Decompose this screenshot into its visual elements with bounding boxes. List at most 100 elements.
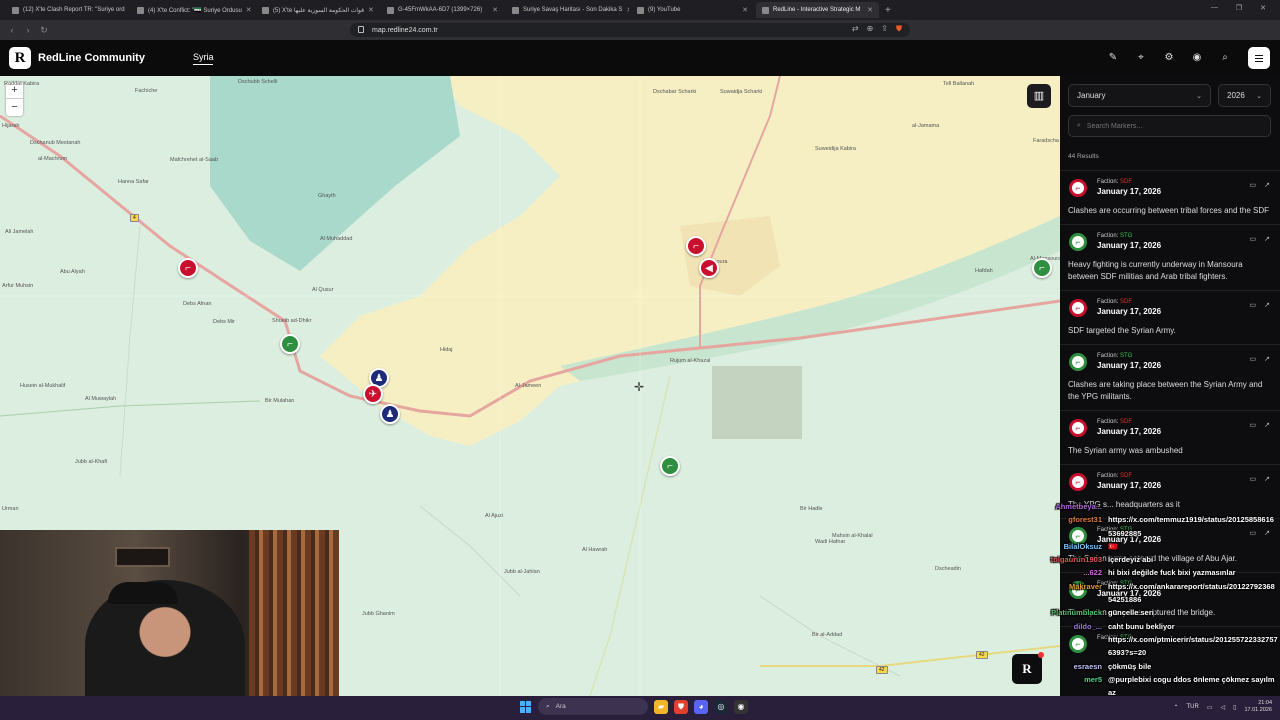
- external-link-icon[interactable]: ↗: [1264, 475, 1270, 483]
- marker-description: The Syrian army was ambushed: [1068, 446, 1183, 455]
- map-place-label: Bir Hadle: [800, 506, 823, 512]
- browser-tab[interactable]: Suriye Savaş Haritası - Son Dakika S✕: [506, 2, 629, 18]
- rifle-icon: ⌐: [1069, 419, 1087, 437]
- obs-icon[interactable]: ◉: [734, 699, 748, 714]
- video-icon[interactable]: ▭: [1250, 301, 1257, 309]
- chat-text: İçerdeyiz abi: [1108, 555, 1154, 565]
- close-tab-icon[interactable]: ✕: [867, 6, 873, 14]
- translate-icon[interactable]: ⇄: [852, 24, 859, 34]
- chat-username: dildo_...: [1073, 621, 1102, 631]
- soldier-icon-marker[interactable]: ♟: [380, 404, 400, 424]
- battery-icon[interactable]: ▯: [1233, 704, 1236, 711]
- network-icon[interactable]: ▭: [1207, 704, 1213, 711]
- video-icon[interactable]: ▭: [1250, 475, 1257, 483]
- map-layers-button[interactable]: ▥: [1027, 84, 1051, 108]
- marker-list-item[interactable]: ⌐ Faction: SDF January 17, 2026 ▭ ↗ The Syria…: [1060, 410, 1280, 464]
- nav-tab-syria[interactable]: Syria: [192, 52, 214, 65]
- browser-tab[interactable]: (5) X'te قوات الحكومة السورية عليها ✕: [256, 2, 379, 18]
- browser-tab[interactable]: (12) X'te Clash Report TR: "Suriye ord✕: [6, 2, 129, 18]
- external-link-icon[interactable]: ↗: [1264, 181, 1270, 189]
- rifle-icon-marker[interactable]: ⌐: [686, 236, 706, 256]
- video-icon[interactable]: ▭: [1250, 235, 1257, 243]
- marker-list-item[interactable]: ⌐ Faction: STG January 17, 2026 ▭ ↗ Clashes a…: [1060, 344, 1280, 410]
- external-link-icon[interactable]: ↗: [1264, 421, 1270, 429]
- settings-gear-icon[interactable]: ⚙: [1162, 51, 1176, 65]
- chevron-up-icon[interactable]: ⌃: [1173, 704, 1178, 711]
- chat-message: dildo_... caht bunu bekliyor: [1038, 620, 1280, 633]
- pen-tool-icon[interactable]: ✎: [1106, 51, 1120, 65]
- marker-date: January 17, 2026: [1097, 481, 1162, 490]
- megaphone-icon-marker[interactable]: ◀: [699, 258, 719, 278]
- road-number-badge: 42: [976, 651, 988, 659]
- chevron-down-icon: ⌄: [1196, 92, 1202, 100]
- maximize-icon[interactable]: ❐: [1236, 4, 1242, 12]
- hamburger-menu-button[interactable]: [1248, 47, 1270, 69]
- brave-browser-icon[interactable]: ⛊: [674, 699, 688, 714]
- close-tab-icon[interactable]: ✕: [742, 6, 748, 14]
- chat-message: Platinumblack güncelle seri: [1038, 606, 1280, 619]
- url-text: map.redline24.com.tr: [372, 26, 438, 34]
- map-place-label: al-Jamama: [912, 123, 940, 129]
- close-tab-icon[interactable]: ✕: [368, 6, 374, 14]
- external-link-icon[interactable]: ↗: [1264, 301, 1270, 309]
- close-tab-icon[interactable]: ✕: [246, 6, 252, 14]
- year-select[interactable]: 2026 ⌄: [1218, 84, 1271, 107]
- marker-list-item[interactable]: ⌐ Faction: STG January 17, 2026 ▭ ↗ Heavy fig…: [1060, 224, 1280, 290]
- rifle-icon-marker[interactable]: ⌐: [178, 258, 198, 278]
- location-pin-icon[interactable]: ⌖: [1134, 51, 1148, 65]
- app-logo[interactable]: R: [9, 47, 31, 69]
- tab-title: (9) YouTube: [648, 7, 681, 13]
- browser-tab[interactable]: (9) YouTube ✕: [631, 2, 754, 18]
- chat-text: [1108, 500, 1278, 513]
- reload-icon[interactable]: ↻: [36, 25, 52, 36]
- map-place-label: Mafchrehet al-Saab: [170, 157, 218, 163]
- close-tab-icon[interactable]: ✕: [492, 6, 498, 14]
- back-icon[interactable]: ‹: [4, 25, 20, 35]
- windows-start-icon[interactable]: [520, 700, 532, 713]
- rifle-icon-marker[interactable]: ⌐: [660, 456, 680, 476]
- marker-list-item[interactable]: ⌐ Faction: SDF January 17, 2026 ▭ ↗ Clashes a…: [1060, 170, 1280, 224]
- app-title[interactable]: RedLine Community: [38, 52, 145, 64]
- clock[interactable]: 21:04 17.01.2026: [1244, 700, 1272, 714]
- map-place-label: Dschabar Scharki: [653, 89, 697, 95]
- language-indicator[interactable]: TUR: [1187, 704, 1199, 710]
- camera-icon[interactable]: ◉: [1190, 51, 1204, 65]
- external-link-icon[interactable]: ↗: [1264, 355, 1270, 363]
- faction-name: SDF: [1120, 299, 1133, 305]
- favicon-icon: [262, 6, 269, 14]
- address-bar[interactable]: map.redline24.com.tr ⇄ ⊕ ⇪ ⛊: [350, 23, 910, 37]
- volume-icon[interactable]: ◁: [1221, 704, 1226, 711]
- rifle-icon-marker[interactable]: ⌐: [1032, 258, 1052, 278]
- zoom-icon[interactable]: ⊕: [867, 24, 874, 34]
- video-icon[interactable]: ▭: [1250, 181, 1257, 189]
- browser-tab[interactable]: RedLine - Interactive Strategic M ✕: [756, 2, 879, 18]
- search-icon[interactable]: ⌕: [1218, 51, 1232, 65]
- tab-title: G-45FmWkAA-6D7 (1399×726): [398, 7, 483, 13]
- month-select[interactable]: January ⌄: [1068, 84, 1211, 107]
- road-number-badge: 4: [130, 214, 139, 222]
- close-window-icon[interactable]: ✕: [1260, 4, 1266, 12]
- new-tab-button[interactable]: +: [885, 5, 891, 16]
- video-icon[interactable]: ▭: [1250, 421, 1257, 429]
- close-tab-icon[interactable]: ✕: [626, 6, 629, 14]
- drone-icon-marker[interactable]: ✈: [363, 384, 383, 404]
- site-info-icon[interactable]: [358, 26, 364, 33]
- share-icon[interactable]: ⇪: [881, 24, 888, 34]
- zoom-out-button[interactable]: −: [6, 99, 23, 116]
- rifle-icon-marker[interactable]: ⌐: [280, 334, 300, 354]
- forward-icon[interactable]: ›: [20, 25, 36, 35]
- steam-icon[interactable]: ◎: [714, 699, 728, 714]
- minimize-icon[interactable]: —: [1211, 4, 1218, 12]
- external-link-icon[interactable]: ↗: [1264, 235, 1270, 243]
- browser-tab[interactable]: (4) X'te Conflict: "🇸🇾 Suriye Ordusu ✕: [131, 2, 254, 18]
- file-explorer-icon[interactable]: ▰: [654, 699, 668, 714]
- map-place-label: Hijarah: [2, 123, 20, 129]
- brave-shield-icon[interactable]: ⛊: [896, 24, 902, 34]
- marker-search-input[interactable]: [1086, 122, 1237, 130]
- browser-tab[interactable]: G-45FmWkAA-6D7 (1399×726) ✕: [381, 2, 504, 18]
- video-icon[interactable]: ▭: [1250, 355, 1257, 363]
- marker-list-item[interactable]: ⌐ Faction: SDF January 17, 2026 ▭ ↗ SDF targe…: [1060, 290, 1280, 344]
- window-controls: — ❐ ✕: [1197, 0, 1280, 16]
- taskbar-search[interactable]: ⌕ Ara: [538, 698, 648, 715]
- discord-icon[interactable]: ◕: [694, 699, 708, 714]
